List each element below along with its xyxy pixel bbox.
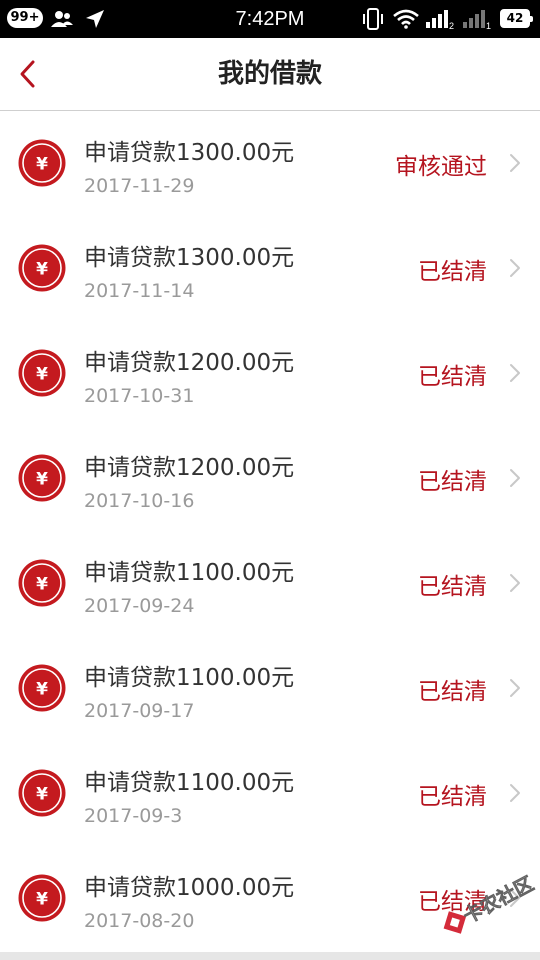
nav-bar: 我的借款 — [0, 38, 540, 111]
loan-status: 已结清 — [418, 364, 487, 390]
loan-item-5[interactable]: ¥ 申请贷款1100.00元 2017-09-24 已结清 — [0, 531, 540, 636]
svg-text:¥: ¥ — [36, 155, 48, 175]
loan-title: 申请贷款1100.00元 — [84, 560, 295, 586]
svg-text:¥: ¥ — [36, 785, 48, 805]
loan-status: 已结清 — [418, 679, 487, 705]
loan-status: 审核通过 — [395, 154, 487, 180]
loan-status: 已结清 — [418, 259, 487, 285]
loan-item-1[interactable]: ¥ 申请贷款1300.00元 2017-11-29 审核通过 — [0, 111, 540, 216]
loan-date: 2017-11-29 — [84, 175, 195, 197]
loan-item-3[interactable]: ¥ 申请贷款1200.00元 2017-10-31 已结清 — [0, 321, 540, 426]
wifi-icon — [393, 0, 419, 38]
chevron-right-icon — [510, 154, 520, 172]
bottom-edge — [0, 952, 540, 960]
yuan-coin-icon: ¥ — [18, 454, 66, 502]
signal-icon-2: 1 — [462, 0, 492, 38]
chevron-right-icon — [510, 574, 520, 592]
loan-date: 2017-11-14 — [84, 280, 195, 302]
yuan-coin-icon: ¥ — [18, 664, 66, 712]
loan-title: 申请贷款1000.00元 — [84, 875, 295, 901]
chevron-right-icon — [510, 469, 520, 487]
loan-date: 2017-10-31 — [84, 385, 195, 407]
loan-status: 已结清 — [418, 469, 487, 495]
loan-title: 申请贷款1200.00元 — [84, 455, 295, 481]
loan-title: 申请贷款1100.00元 — [84, 665, 295, 691]
kanong-watermark-logo: 卡农社区 — [443, 872, 538, 934]
loan-date: 2017-10-16 — [84, 490, 195, 512]
loan-status: 已结清 — [418, 784, 487, 810]
chevron-right-icon — [510, 784, 520, 802]
loan-date: 2017-09-17 — [84, 700, 195, 722]
loan-title: 申请贷款1100.00元 — [84, 770, 295, 796]
vibrate-icon — [362, 0, 384, 38]
svg-text:¥: ¥ — [36, 680, 48, 700]
svg-text:卡农社区: 卡农社区 — [459, 872, 537, 928]
chevron-right-icon — [510, 259, 520, 277]
svg-text:¥: ¥ — [36, 575, 48, 595]
svg-text:¥: ¥ — [36, 470, 48, 490]
loan-title: 申请贷款1200.00元 — [84, 350, 295, 376]
svg-text:1: 1 — [486, 21, 491, 30]
svg-text:¥: ¥ — [36, 365, 48, 385]
battery-icon: 42 — [500, 9, 533, 28]
chevron-right-icon — [510, 679, 520, 697]
yuan-coin-icon: ¥ — [18, 349, 66, 397]
yuan-coin-icon: ¥ — [18, 874, 66, 922]
clock: 7:42PM — [235, 8, 305, 30]
loan-date: 2017-09-24 — [84, 595, 195, 617]
status-bar: 99+ 7:42PM 2 1 42 — [0, 0, 540, 38]
chevron-right-icon — [510, 364, 520, 382]
loan-status: 已结清 — [418, 574, 487, 600]
svg-text:2: 2 — [449, 21, 454, 30]
yuan-coin-icon: ¥ — [18, 139, 66, 187]
yuan-coin-icon: ¥ — [18, 769, 66, 817]
loan-item-7[interactable]: ¥ 申请贷款1100.00元 2017-09-3 已结清 — [0, 741, 540, 846]
loan-item-6[interactable]: ¥ 申请贷款1100.00元 2017-09-17 已结清 — [0, 636, 540, 741]
signal-icon: 2 — [425, 0, 455, 38]
svg-text:¥: ¥ — [36, 260, 48, 280]
loan-item-2[interactable]: ¥ 申请贷款1300.00元 2017-11-14 已结清 — [0, 216, 540, 321]
yuan-coin-icon: ¥ — [18, 244, 66, 292]
loan-item-4[interactable]: ¥ 申请贷款1200.00元 2017-10-16 已结清 — [0, 426, 540, 531]
yuan-coin-icon: ¥ — [18, 559, 66, 607]
svg-text:¥: ¥ — [36, 890, 48, 910]
loan-title: 申请贷款1300.00元 — [84, 245, 295, 271]
loan-title: 申请贷款1300.00元 — [84, 140, 295, 166]
loan-date: 2017-08-20 — [84, 910, 195, 932]
loan-list: ¥ 申请贷款1300.00元 2017-11-29 审核通过 ¥ 申请贷款130… — [0, 111, 540, 951]
page-title: 我的借款 — [217, 59, 322, 89]
loan-date: 2017-09-3 — [84, 805, 183, 827]
